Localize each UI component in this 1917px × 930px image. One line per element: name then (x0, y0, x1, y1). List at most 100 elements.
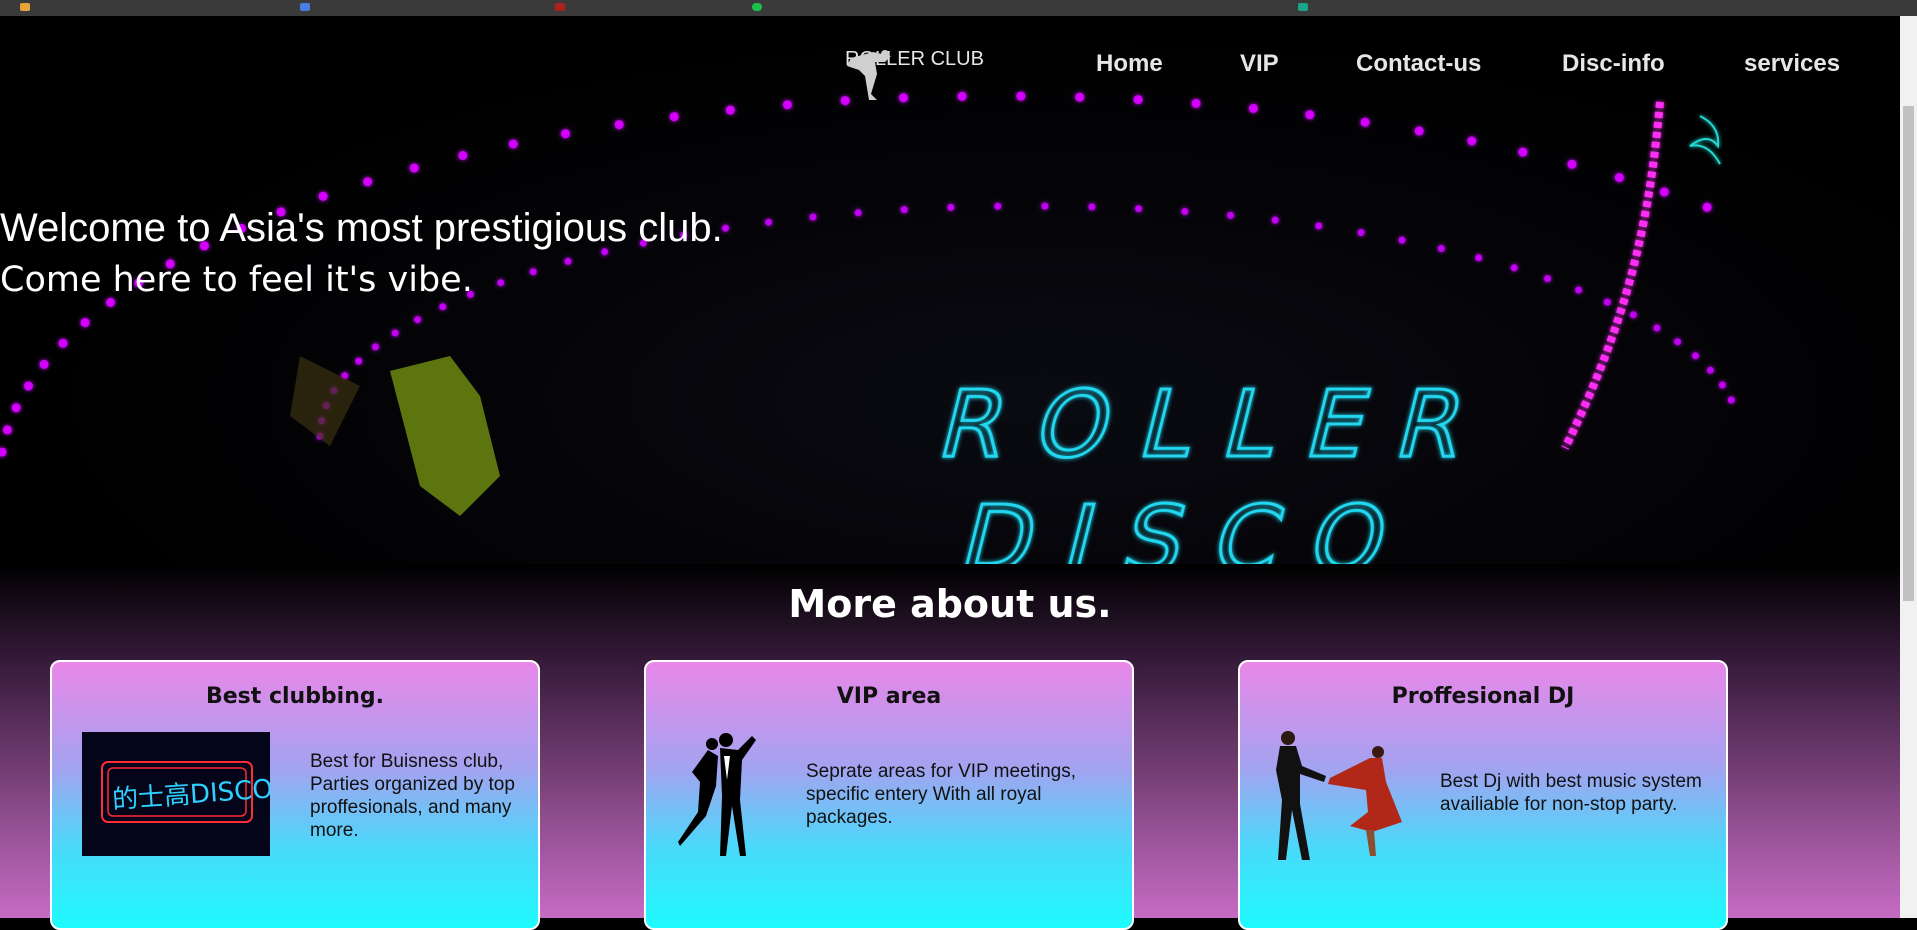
neon-dot (1357, 229, 1365, 236)
nav-vip-link[interactable]: VIP (1240, 50, 1279, 78)
neon-dot (391, 329, 399, 337)
neon-dot (900, 206, 908, 214)
neon-dot (497, 279, 505, 287)
neon-dot (1674, 338, 1682, 346)
neon-dot (508, 139, 518, 149)
neon-dot (1475, 254, 1483, 262)
feature-card-clubbing: Best clubbing. 的士高DISCO Best for Buisnes… (50, 660, 540, 930)
page-scrollbar[interactable] (1900, 16, 1917, 918)
neon-dot (1315, 222, 1323, 230)
site-logo[interactable]: ROLLER CLUB (845, 48, 984, 100)
card-text: Best Dj with best music system availiabl… (1440, 771, 1702, 815)
card-title: VIP area (836, 684, 942, 709)
neon-dot (39, 359, 49, 369)
neon-dot (1271, 216, 1279, 224)
neon-dot (854, 209, 862, 217)
neon-dot (458, 151, 468, 160)
neon-dot (1567, 159, 1577, 169)
neon-dot (1437, 245, 1445, 252)
neon-dot (1653, 324, 1661, 332)
about-section: More about us. Best clubbing. 的士高DISCO B… (0, 564, 1900, 930)
neon-dot (1360, 117, 1370, 127)
decor-blob-shape (290, 356, 360, 446)
neon-dot (1041, 202, 1049, 210)
neon-dot (994, 202, 1002, 210)
neon-dot (1629, 311, 1637, 319)
nav-contact-us-link[interactable]: Contact-us (1356, 50, 1481, 78)
neon-dot (1305, 110, 1315, 120)
neon-dot (80, 318, 90, 328)
decor-blob-shape (390, 356, 500, 516)
nav-home-link[interactable]: Home (1096, 50, 1163, 78)
neon-dot (24, 381, 33, 391)
neon-dot (564, 257, 572, 265)
feature-card-vip: VIP area Seprate areas for VIP meetings,… (644, 660, 1134, 930)
neon-dot (722, 224, 729, 232)
svg-text:DISCO: DISCO (951, 486, 1431, 564)
neon-dot (1181, 208, 1189, 215)
neon-dot (529, 268, 537, 276)
nav-disc-info-link[interactable]: Disc-info (1562, 50, 1665, 78)
neon-dot (1692, 352, 1699, 360)
neon-dot (765, 218, 773, 226)
neon-dot (1414, 126, 1424, 136)
neon-dot (11, 403, 21, 413)
neon-dot (1467, 136, 1477, 146)
neon-dot (1544, 275, 1552, 283)
neon-dot (1727, 396, 1735, 404)
neon-dot (1718, 381, 1726, 389)
hero-subheadline: Come here to feel it's vibe. (0, 260, 473, 300)
neon-dot (669, 112, 679, 122)
neon-dot (409, 163, 419, 173)
neon-dot (1398, 236, 1406, 244)
neon-dot (1088, 203, 1096, 211)
neon-dot (2, 425, 12, 435)
neon-dot (318, 191, 328, 201)
neon-dot (355, 357, 363, 365)
tab-favicon-icon[interactable] (20, 3, 30, 11)
neon-dot (1510, 264, 1518, 272)
neon-dot (1659, 187, 1669, 197)
main-nav: ROLLER CLUB Home VIP Contact-us Disc-inf… (0, 46, 1900, 106)
scrollbar-thumb[interactable] (1903, 106, 1914, 601)
neon-dot (1135, 205, 1143, 213)
browser-toolbar-strip (0, 0, 1917, 17)
neon-dot (363, 177, 373, 187)
hero-banner: ROLLER DISCO ROLLER CLUB Home VIP Contac… (0, 16, 1900, 564)
card-text: Seprate areas for VIP meetings, specific… (806, 761, 1077, 828)
neon-dot (809, 213, 817, 221)
neon-dot (58, 338, 68, 348)
dancer-logo-icon (847, 50, 891, 100)
tab-favicon-icon[interactable] (1298, 3, 1308, 11)
neon-dot (414, 316, 422, 324)
neon-dot (1702, 202, 1712, 212)
hero-headline: Welcome to Asia's most prestigious club. (0, 206, 723, 250)
neon-dot (725, 105, 735, 115)
svg-text:ROLLER: ROLLER (929, 371, 1509, 478)
neon-dot (1706, 366, 1714, 374)
neon-dot (1518, 147, 1528, 157)
neon-squiggle-shape (1689, 115, 1721, 165)
nav-services-link[interactable]: services (1744, 50, 1840, 78)
neon-dot (0, 447, 7, 457)
neon-dot (614, 120, 624, 130)
dancing-couple-image (678, 733, 756, 856)
neon-dot (947, 203, 955, 211)
tab-favicon-icon[interactable] (300, 3, 310, 11)
card-title: Best clubbing. (205, 684, 384, 709)
neon-dot (1614, 173, 1624, 183)
disco-sign-image: 的士高DISCO (82, 732, 274, 856)
card-text: Best for Buisness club, Parties organize… (310, 751, 515, 841)
feature-card-dj: Proffesional DJ Best Dj with best music … (1238, 660, 1728, 930)
tab-favicon-icon[interactable] (555, 3, 565, 11)
roller-disco-neon-sign: ROLLER DISCO (928, 370, 1511, 564)
tab-favicon-icon[interactable] (752, 3, 762, 11)
neon-streak-shape (1561, 101, 1664, 450)
neon-dot (561, 129, 570, 139)
about-title: More about us. (788, 582, 1112, 626)
neon-dot (439, 303, 447, 311)
neon-dot (372, 343, 379, 351)
neon-dot (1575, 286, 1583, 294)
neon-dot (1227, 211, 1234, 219)
salsa-dancers-image (1276, 731, 1402, 860)
